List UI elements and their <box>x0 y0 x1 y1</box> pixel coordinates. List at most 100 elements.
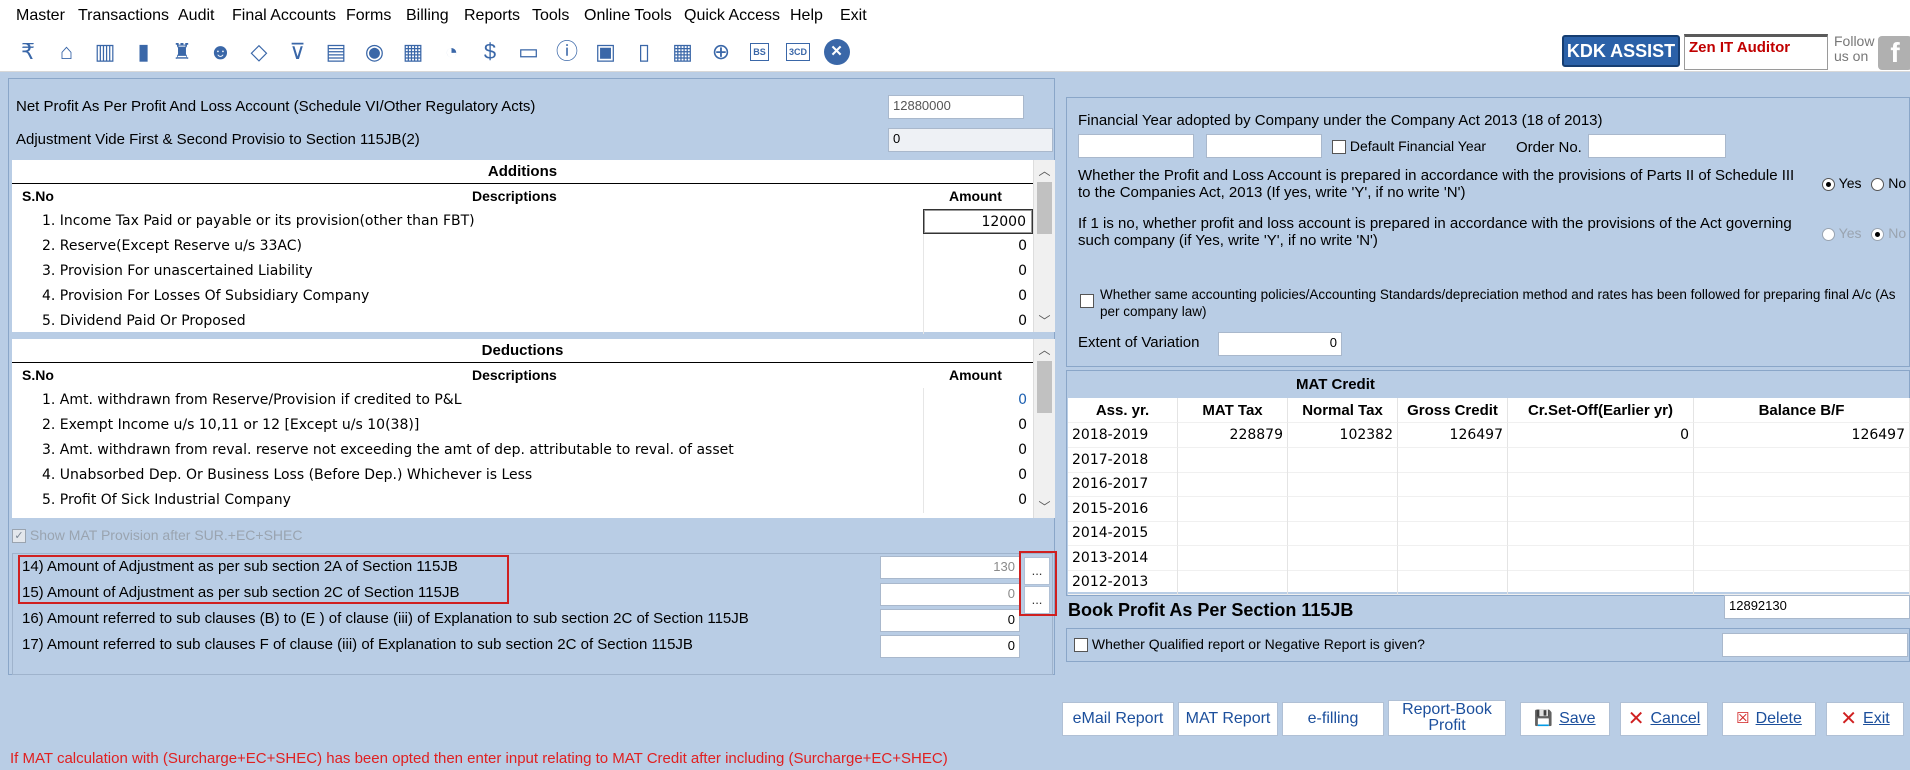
calculator-icon[interactable]: ▦ <box>399 38 427 66</box>
mat-cell[interactable] <box>1398 521 1508 546</box>
menu-transactions[interactable]: Transactions <box>78 7 169 25</box>
additions-row[interactable]: 4. Provision For Losses Of Subsidiary Co… <box>12 284 1033 309</box>
qualified-input[interactable] <box>1722 633 1908 657</box>
mat-row-year[interactable]: 2017-2018 <box>1068 447 1178 473</box>
additions-row-amount[interactable]: 0 <box>923 309 1033 334</box>
delete-button[interactable]: ☒ Delete <box>1722 702 1816 736</box>
bar-chart-icon[interactable]: ▮ <box>130 38 158 66</box>
scroll-thumb[interactable] <box>1037 361 1052 413</box>
mat-cell[interactable] <box>1288 521 1398 546</box>
additions-row-amount[interactable]: 12000 <box>923 209 1033 234</box>
zen-it-auditor-label[interactable]: Zen IT Auditor <box>1684 34 1828 70</box>
mat-cell[interactable] <box>1508 472 1694 497</box>
mat-cell[interactable] <box>1398 447 1508 473</box>
mat-cell[interactable] <box>1178 496 1288 522</box>
mat-cell[interactable] <box>1694 447 1910 473</box>
mat-cell[interactable] <box>1508 570 1694 595</box>
mat-cell[interactable] <box>1288 570 1398 595</box>
adjustment-input[interactable]: 0 <box>888 128 1053 152</box>
mat-cell[interactable]: 102382 <box>1288 423 1398 448</box>
menu-master[interactable]: Master <box>16 7 65 25</box>
mat-cell[interactable] <box>1178 545 1288 571</box>
additions-row[interactable]: 2. Reserve(Except Reserve u/s 33AC) 0 <box>12 234 1033 259</box>
mat-cell[interactable] <box>1508 521 1694 546</box>
deductions-row-amount[interactable]: 0 <box>923 463 1033 488</box>
mat-row-year[interactable]: 2015-2016 <box>1068 496 1178 522</box>
show-mat-checkbox[interactable]: ✓ <box>12 529 26 544</box>
mat-cell[interactable] <box>1178 447 1288 473</box>
mat-cell[interactable] <box>1694 521 1910 546</box>
follow-us[interactable]: Follow us on f <box>1832 34 1910 70</box>
mat-cell[interactable] <box>1288 447 1398 473</box>
users-icon[interactable]: ☻ <box>207 38 235 66</box>
menu-exit[interactable]: Exit <box>840 7 867 25</box>
tag-icon[interactable]: ◇ <box>245 38 273 66</box>
mat-report-button[interactable]: MAT Report <box>1178 702 1278 736</box>
book-icon[interactable]: ▭ <box>515 38 543 66</box>
deductions-row-amount[interactable]: 0 <box>923 488 1033 513</box>
mat-cell[interactable] <box>1508 496 1694 522</box>
q2-yes-radio[interactable] <box>1822 227 1835 241</box>
item-17-input[interactable]: 0 <box>880 635 1020 658</box>
mat-row-year[interactable]: 2018-2019 <box>1068 423 1178 448</box>
rupee-icon[interactable]: ₹ <box>14 38 42 66</box>
mat-cell[interactable] <box>1288 496 1398 522</box>
menu-tools[interactable]: Tools <box>532 7 569 25</box>
q2-no-radio[interactable] <box>1871 227 1885 241</box>
fy-end-input[interactable] <box>1206 134 1322 158</box>
pie-icon[interactable]: ◔ <box>438 38 466 66</box>
deductions-row-amount[interactable]: 0 <box>923 388 1033 413</box>
mat-cell[interactable] <box>1694 570 1910 595</box>
facebook-icon[interactable]: f <box>1878 36 1910 70</box>
additions-row[interactable]: 1. Income Tax Paid or payable or its pro… <box>12 209 1033 234</box>
exit-button[interactable]: ✕ Exit <box>1826 702 1904 736</box>
report-book-profit-button[interactable]: Report-Book Profit <box>1388 700 1506 736</box>
deductions-row-amount[interactable]: 0 <box>923 413 1033 438</box>
broadcast-icon[interactable]: ◉ <box>361 38 389 66</box>
3cd-icon[interactable]: 3CD <box>784 38 812 66</box>
menu-help[interactable]: Help <box>790 7 823 25</box>
item-16-input[interactable]: 0 <box>880 609 1020 632</box>
close-icon[interactable]: ✕ <box>823 38 851 66</box>
mat-cell[interactable] <box>1288 545 1398 571</box>
q3-checkbox[interactable] <box>1080 294 1094 308</box>
tax-icon[interactable]: ▤ <box>322 38 350 66</box>
deductions-row[interactable]: 5. Profit Of Sick Industrial Company 0 <box>12 488 1033 513</box>
book-profit-input[interactable]: 12892130 <box>1724 595 1910 619</box>
scroll-down-icon[interactable]: ﹀ <box>1034 498 1055 516</box>
mat-cell[interactable] <box>1694 496 1910 522</box>
additions-scrollbar[interactable]: ︿ ﹀ <box>1033 160 1055 332</box>
save-button[interactable]: 💾 Save <box>1520 702 1610 736</box>
mat-cell[interactable] <box>1694 472 1910 497</box>
info-icon[interactable]: ⓘ <box>553 38 581 66</box>
deductions-row-amount[interactable]: 0 <box>923 438 1033 463</box>
deductions-row[interactable]: 1. Amt. withdrawn from Reserve/Provision… <box>12 388 1033 413</box>
mat-cell[interactable]: 126497 <box>1398 423 1508 448</box>
q1-yes-radio[interactable] <box>1822 177 1835 191</box>
item-14-input[interactable]: 130 <box>880 556 1020 579</box>
mat-cell[interactable] <box>1288 472 1398 497</box>
mat-cell[interactable] <box>1398 472 1508 497</box>
mat-cell[interactable] <box>1178 570 1288 595</box>
default-fy[interactable]: Default Financial Year <box>1332 138 1486 155</box>
scroll-up-icon[interactable]: ︿ <box>1034 341 1055 359</box>
mat-row-year[interactable]: 2016-2017 <box>1068 472 1178 497</box>
deductions-row[interactable]: 2. Exempt Income u/s 10,11 or 12 [Except… <box>12 413 1033 438</box>
mat-cell[interactable]: 228879 <box>1178 423 1288 448</box>
order-no-input[interactable] <box>1588 134 1726 158</box>
mat-cell[interactable] <box>1178 472 1288 497</box>
net-profit-input[interactable]: 12880000 <box>888 95 1024 119</box>
filter-icon[interactable]: ⊽ <box>284 38 312 66</box>
menu-quick-access[interactable]: Quick Access <box>684 7 780 25</box>
mat-cell[interactable] <box>1398 496 1508 522</box>
menu-reports[interactable]: Reports <box>464 7 520 25</box>
mat-row-year[interactable]: 2013-2014 <box>1068 545 1178 571</box>
fy-start-input[interactable] <box>1078 134 1194 158</box>
menu-forms[interactable]: Forms <box>346 7 391 25</box>
calendar-icon[interactable]: ▦ <box>669 38 697 66</box>
mat-cell[interactable] <box>1508 545 1694 571</box>
qualified-checkbox[interactable] <box>1074 638 1088 653</box>
menu-billing[interactable]: Billing <box>406 7 449 25</box>
mat-row-year[interactable]: 2014-2015 <box>1068 521 1178 546</box>
building-icon[interactable]: ▥ <box>91 38 119 66</box>
